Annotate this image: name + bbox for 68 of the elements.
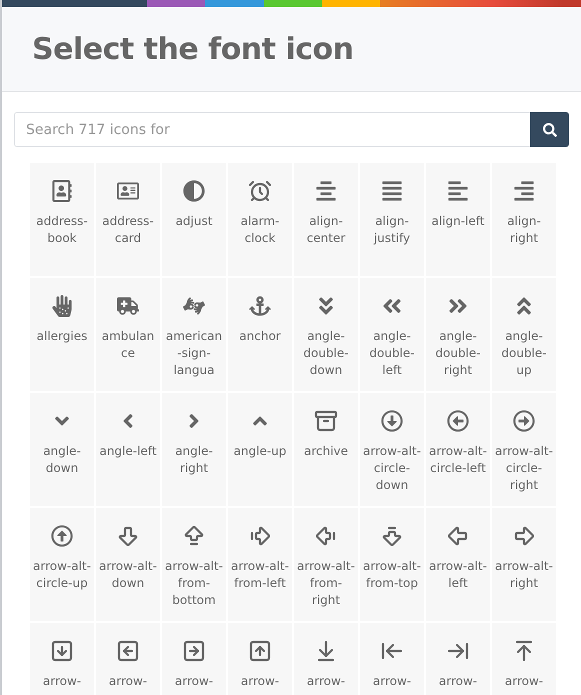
icon-tile[interactable]: arrow- — [228, 623, 292, 695]
square-arrow-right-icon — [182, 639, 206, 663]
icon-tile[interactable]: angle-double-down — [294, 278, 358, 391]
icon-tile[interactable]: arrow- — [360, 623, 424, 695]
align-left-icon — [446, 179, 470, 203]
icon-tile[interactable]: alarm-clock — [228, 163, 292, 276]
search-field[interactable]: Search 717 icons for — [14, 112, 530, 147]
alarm-clock-icon — [248, 179, 272, 203]
circle-arrow-up-icon — [50, 524, 74, 548]
icon-tile[interactable]: arrow-alt-down — [96, 508, 160, 621]
icon-tile[interactable]: align-left — [426, 163, 490, 276]
icon-tile[interactable]: align-center — [294, 163, 358, 276]
icon-tile[interactable]: allergies — [30, 278, 94, 391]
icon-tile[interactable]: arrow- — [426, 623, 490, 695]
square-arrow-up-icon — [248, 639, 272, 663]
align-justify-icon — [380, 179, 404, 203]
arrow-down-icon — [116, 524, 140, 548]
icon-tile[interactable]: angle-left — [96, 393, 160, 506]
icon-tile[interactable]: arrow-alt-circle-left — [426, 393, 490, 506]
icon-tile[interactable]: align-justify — [360, 163, 424, 276]
arrow-right-from-line-icon — [248, 524, 272, 548]
archive-box-icon — [314, 409, 338, 433]
icon-tile[interactable]: arrow-alt-from-right — [294, 508, 358, 621]
icon-tile[interactable]: arrow- — [294, 623, 358, 695]
icon-tile[interactable]: adjust — [162, 163, 226, 276]
icon-tile[interactable]: angle-double-up — [492, 278, 556, 391]
icon-tile[interactable]: angle-up — [228, 393, 292, 506]
hand-icon — [50, 294, 74, 318]
align-center-icon — [314, 179, 338, 203]
arrow-left-icon — [446, 524, 470, 548]
address-book-icon — [50, 179, 74, 203]
circle-arrow-left-icon — [446, 409, 470, 433]
arrow-up-from-line-icon — [182, 524, 206, 548]
icon-tile[interactable]: arrow-alt-circle-down — [360, 393, 424, 506]
icon-tile[interactable]: address-book — [30, 163, 94, 276]
dialog-title: Select the font icon — [32, 32, 354, 66]
icon-tile[interactable]: angle-down — [30, 393, 94, 506]
icon-tile[interactable]: angle-right — [162, 393, 226, 506]
search-button[interactable] — [530, 112, 569, 147]
icon-tile[interactable]: arrow-alt-circle-right — [492, 393, 556, 506]
icon-tile[interactable]: align-right — [492, 163, 556, 276]
square-arrow-left-icon — [116, 639, 140, 663]
icon-tile[interactable]: ambulance — [96, 278, 160, 391]
anchor-icon — [248, 294, 272, 318]
icon-tile[interactable]: address-card — [96, 163, 160, 276]
icon-tile[interactable]: anchor — [228, 278, 292, 391]
icon-tile[interactable]: angle-double-right — [426, 278, 490, 391]
square-arrow-down-icon — [50, 639, 74, 663]
icon-tile[interactable]: arrow- — [30, 623, 94, 695]
icon-tile[interactable]: arrow-alt-left — [426, 508, 490, 621]
icon-tile[interactable]: arrow- — [492, 623, 556, 695]
icon-tile[interactable]: arrow-alt-right — [492, 508, 556, 621]
icon-tile[interactable]: american-sign-langua — [162, 278, 226, 391]
align-right-icon — [512, 179, 536, 203]
search-icon — [542, 122, 556, 136]
icon-tile[interactable]: arrow-alt-from-left — [228, 508, 292, 621]
arrow-left-from-line-icon — [314, 524, 338, 548]
circle-arrow-right-icon — [512, 409, 536, 433]
circle-arrow-down-icon — [380, 409, 404, 433]
icon-tile[interactable]: arrow-alt-from-bottom — [162, 508, 226, 621]
icon-tile[interactable]: arrow-alt-from-top — [360, 508, 424, 621]
icon-tile[interactable]: archive — [294, 393, 358, 506]
icon-tile[interactable]: arrow-alt-circle-up — [30, 508, 94, 621]
icon-tile[interactable]: arrow- — [96, 623, 160, 695]
arrow-down-from-line-icon — [380, 524, 404, 548]
arrow-right-icon — [512, 524, 536, 548]
icon-tile[interactable]: angle-double-left — [360, 278, 424, 391]
icon-tile[interactable]: arrow- — [162, 623, 226, 695]
